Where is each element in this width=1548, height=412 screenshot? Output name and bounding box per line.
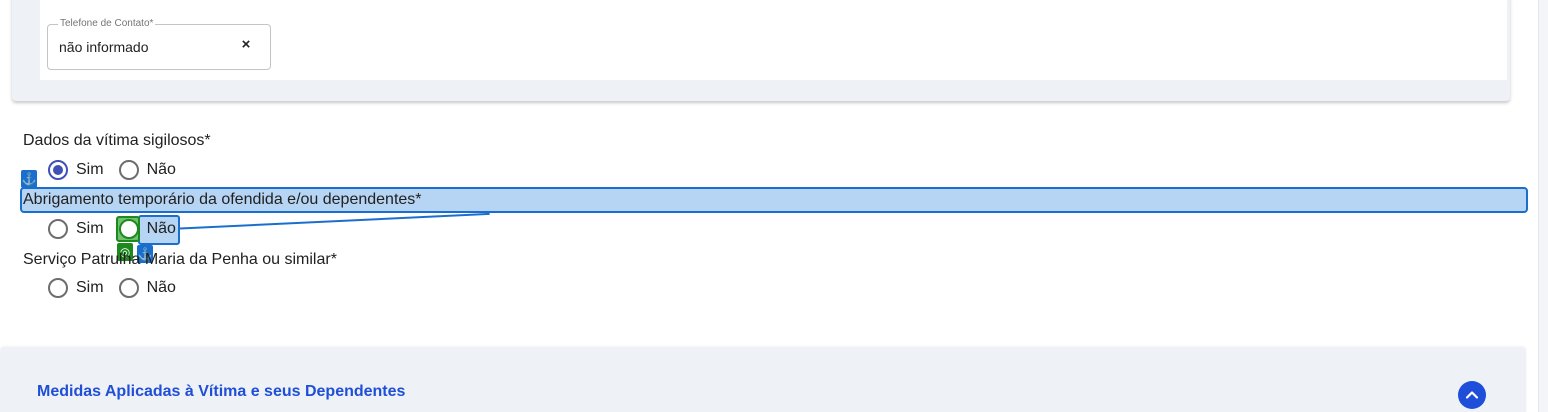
radio-unchecked-icon[interactable] <box>118 160 139 180</box>
accordion-title[interactable]: Medidas Aplicadas à Vítima e seus Depend… <box>37 383 405 401</box>
phone-field-label: Telefone de Contato* <box>58 18 156 30</box>
question-victim-data-confidential: Dados da vítima sigilosos* <box>23 132 211 149</box>
phone-field[interactable]: Telefone de Contato* não informado × <box>47 18 271 70</box>
radio-option-label: Sim <box>76 220 104 237</box>
radio-option-label: Sim <box>76 279 104 296</box>
radio-option-sim[interactable]: Sim <box>48 219 104 239</box>
radio-option-nao[interactable]: Não <box>118 219 176 239</box>
clear-icon[interactable]: × <box>238 36 254 54</box>
radio-unchecked-icon[interactable] <box>48 219 68 239</box>
highlight-connector-line <box>147 212 490 231</box>
radio-option-label: Não <box>146 161 176 178</box>
radio-option-nao[interactable]: Não <box>118 160 176 180</box>
accordion-measures: Medidas Aplicadas à Vítima e seus Depend… <box>0 347 1526 412</box>
radio-group-temporary-shelter: Sim Não <box>48 218 191 240</box>
question-maria-da-penha-patrol: Serviço Patrulha Maria da Penha ou simil… <box>23 251 337 268</box>
radio-option-label: Não <box>146 279 176 296</box>
radio-unchecked-icon[interactable] <box>48 278 68 298</box>
question-temporary-shelter: Abrigamento temporário da ofendida e/ou … <box>23 191 422 208</box>
radio-group-maria-da-penha-patrol: Sim Não <box>48 277 191 299</box>
radio-option-sim[interactable]: Sim <box>48 160 104 180</box>
radio-checked-icon[interactable] <box>48 160 68 180</box>
radio-unchecked-icon[interactable] <box>118 278 139 298</box>
page-scrollbar[interactable] <box>1538 0 1548 412</box>
radio-option-nao[interactable]: Não <box>118 278 176 298</box>
anchor-icon: ⚓ <box>21 170 37 188</box>
chevron-up-icon[interactable] <box>1458 381 1486 409</box>
radio-group-victim-data-confidential: Sim Não <box>48 159 191 181</box>
radio-unchecked-icon[interactable] <box>118 219 139 239</box>
radio-option-label: Não <box>146 220 176 237</box>
radio-option-label: Sim <box>76 161 104 178</box>
phone-field-value[interactable]: não informado <box>59 39 149 55</box>
radio-option-sim[interactable]: Sim <box>48 278 104 298</box>
